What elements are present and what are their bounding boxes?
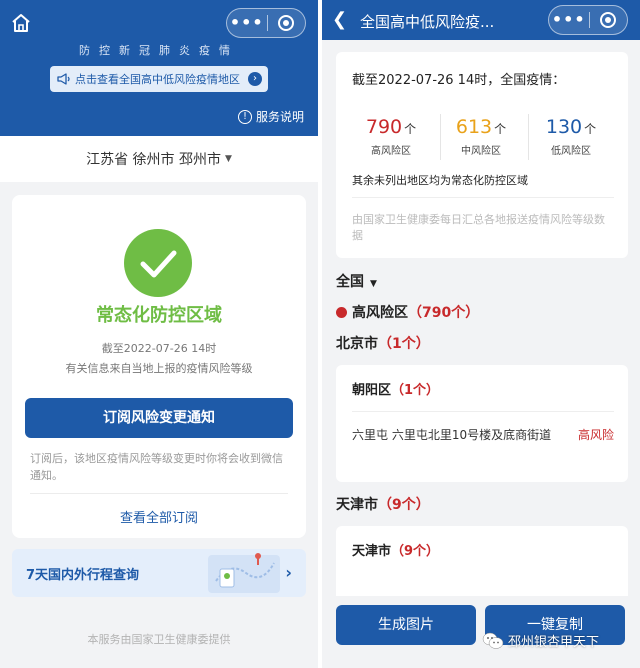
stat-value: 613 — [455, 116, 493, 138]
district-name: 天津市 — [352, 544, 392, 559]
district-heading: 朝阳区（1个） — [352, 379, 439, 398]
risk-level-tag: 高风险 — [577, 428, 614, 442]
nav-title: 全国高中低风险疫... — [360, 13, 495, 31]
stat-high-risk: 790 个 高风险区 — [346, 116, 436, 157]
megaphone-icon — [57, 73, 70, 85]
travel-history-label: 7天国内外行程查询 — [26, 568, 140, 583]
view-all-subscriptions-link[interactable]: 查看全部订阅 — [12, 507, 306, 526]
map-illustration-icon — [208, 553, 280, 593]
divider — [352, 197, 614, 198]
close-miniprogram-icon[interactable] — [267, 15, 305, 31]
target-dot — [605, 17, 612, 23]
service-info-link[interactable]: ! 服务说明 — [237, 108, 304, 125]
stat-value: 790 — [365, 116, 403, 138]
generate-image-button[interactable]: 生成图片 — [336, 605, 476, 645]
risk-area-address: 六里屯 六里屯北里10号楼及底商街道 — [352, 428, 552, 442]
scope-selector[interactable]: 全国 ▼ — [336, 271, 377, 291]
location-label: 江苏省 徐州市 邳州市 — [86, 152, 221, 168]
city-count: （9个） — [378, 497, 430, 513]
service-info-label: 服务说明 — [255, 110, 304, 124]
wechat-watermark: 邳州银杏甲天下 — [482, 631, 599, 650]
risk-status-card: 常态化防控区域 截至2022-07-26 14时 有关信息来自当地上报的疫情风险… — [12, 195, 306, 538]
risk-query-panel: ••• 防控新冠肺炎疫情 点击查看全国高中低风险疫情地区 › ! 服务说明 江苏… — [0, 0, 318, 668]
info-icon: ! — [237, 109, 252, 124]
travel-history-entry[interactable]: 7天国内外行程查询 › — [12, 549, 306, 597]
page-title: 防控新冠肺炎疫情 — [79, 44, 239, 57]
city-name: 北京市 — [336, 336, 378, 352]
stat-unit: 个 — [494, 122, 507, 136]
wechat-logo-icon — [482, 632, 504, 649]
stat-medium-risk: 613 个 中风险区 — [436, 116, 526, 157]
action-bar: 生成图片 一键复制 邳州银杏甲天下 — [322, 596, 640, 668]
check-circle-icon — [124, 229, 192, 297]
national-risk-list-panel: ❮ 全国高中低风险疫... ••• 截至2022-07-26 14时，全国疫情：… — [322, 0, 640, 668]
district-name: 朝阳区 — [352, 383, 392, 398]
scope-label: 全国 — [336, 274, 364, 290]
stat-label: 中风险区 — [461, 146, 501, 157]
arrow-right-icon: › — [248, 72, 262, 86]
others-note: 其余未列出地区均为常态化防控区域 — [352, 174, 528, 187]
district-count: （1个） — [391, 383, 440, 398]
back-arrow-icon[interactable]: ❮ — [332, 9, 347, 30]
subscribe-hint: 订阅后，该地区疫情风险等级变更时你将会收到微信通知。 — [30, 452, 283, 482]
zone-status-title: 常态化防控区域 — [96, 305, 222, 326]
nav-bar: ❮ 全国高中低风险疫... ••• — [322, 0, 640, 40]
target-dot — [283, 20, 290, 26]
chevron-right-icon: › — [285, 563, 292, 582]
summary-heading: 截至2022-07-26 14时，全国疫情： — [352, 73, 566, 88]
stat-unit: 个 — [584, 122, 597, 136]
target-ring — [278, 15, 295, 31]
more-icon[interactable]: ••• — [549, 6, 589, 34]
stat-label: 低风险区 — [551, 146, 591, 157]
as-of-time: 截至2022-07-26 14时 — [101, 342, 217, 355]
home-icon[interactable] — [10, 12, 32, 34]
watermark-text: 邳州银杏甲天下 — [508, 635, 600, 650]
subscribe-button[interactable]: 订阅风险变更通知 — [25, 398, 293, 438]
risk-areas-link-label: 点击查看全国高中低风险疫情地区 — [75, 73, 240, 86]
caret-down-icon: ▼ — [370, 279, 377, 289]
high-risk-label: 高风险区 — [352, 305, 408, 321]
source-note: 有关信息来自当地上报的疫情风险等级 — [65, 362, 253, 375]
miniprogram-capsule: ••• — [548, 5, 628, 35]
city-heading-tianjin: 天津市（9个） — [336, 494, 430, 514]
stat-label: 高风险区 — [371, 146, 411, 157]
more-icon[interactable]: ••• — [227, 9, 267, 37]
district-count: （9个） — [391, 544, 440, 559]
divider — [30, 493, 288, 494]
city-name: 天津市 — [336, 497, 378, 513]
stat-low-risk: 130 个 低风险区 — [526, 116, 616, 157]
city-count: （1个） — [378, 336, 430, 352]
risk-areas-link-button[interactable]: 点击查看全国高中低风险疫情地区 › — [50, 66, 268, 92]
high-risk-count: （790个） — [408, 305, 480, 321]
high-risk-dot-icon — [336, 306, 347, 318]
location-selector[interactable]: 江苏省 徐州市 邳州市 ▼ — [0, 136, 318, 182]
district-heading: 天津市（9个） — [352, 540, 439, 559]
provider-footer: 本服务由国家卫生健康委提供 — [87, 633, 231, 646]
divider — [352, 411, 614, 412]
city-heading-beijing: 北京市（1个） — [336, 333, 430, 353]
close-miniprogram-icon[interactable] — [589, 12, 627, 28]
high-risk-heading: 高风险区 （790个） — [336, 302, 479, 322]
stat-value: 130 — [545, 116, 583, 138]
app-header: ••• 防控新冠肺炎疫情 点击查看全国高中低风险疫情地区 › ! 服务说明 — [0, 0, 318, 136]
stat-unit: 个 — [404, 122, 417, 136]
national-summary-card: 截至2022-07-26 14时，全国疫情： 790 个 高风险区 613 个 中风… — [336, 52, 628, 258]
caret-down-icon: ▼ — [224, 154, 232, 164]
summary-source: 由国家卫生健康委每日汇总各地报送疫情风险等级数据 — [352, 213, 605, 242]
miniprogram-capsule: ••• — [226, 8, 306, 38]
target-ring — [600, 12, 617, 28]
district-card-chaoyang: 朝阳区（1个） 六里屯 六里屯北里10号楼及底商街道 高风险 — [336, 365, 628, 482]
